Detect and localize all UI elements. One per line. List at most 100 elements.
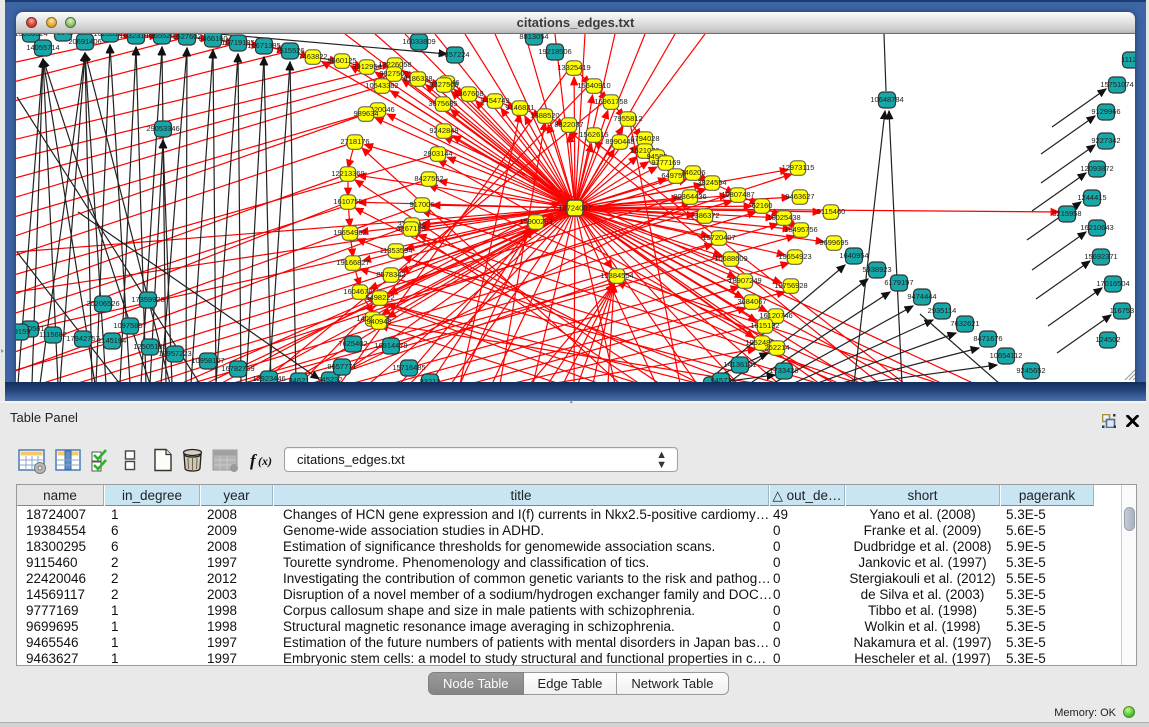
svg-text:9129966: 9129966 — [1091, 107, 1120, 116]
svg-text:9699695: 9699695 — [819, 238, 848, 247]
svg-text:62160: 62160 — [752, 201, 773, 210]
svg-text:18495756: 18495756 — [784, 225, 817, 234]
svg-text:2803144: 2803144 — [423, 149, 452, 158]
svg-text:20206526: 20206526 — [86, 299, 119, 308]
svg-text:15692371: 15692371 — [1084, 252, 1117, 261]
svg-text:8186328: 8186328 — [403, 74, 432, 83]
svg-text:3675685: 3675685 — [428, 99, 457, 108]
svg-text:116753: 116753 — [1110, 306, 1134, 315]
svg-text:252214: 252214 — [764, 343, 789, 352]
svg-text:16033809: 16033809 — [402, 37, 435, 46]
svg-text:20364436: 20364436 — [673, 192, 706, 201]
svg-text:19218506: 19218506 — [538, 47, 571, 56]
svg-text:17016504: 17016504 — [1096, 279, 1129, 288]
svg-text:f: f — [250, 451, 258, 470]
svg-text:3267130: 3267130 — [396, 224, 425, 233]
svg-text:10688609: 10688609 — [714, 254, 747, 263]
svg-text:15900203: 15900203 — [519, 217, 552, 226]
svg-text:8471676: 8471676 — [973, 334, 1002, 343]
svg-text:16782759: 16782759 — [221, 364, 254, 373]
svg-text:16961758: 16961758 — [594, 97, 627, 106]
svg-text:1244415: 1244415 — [1077, 193, 1106, 202]
svg-text:1145194: 1145194 — [98, 336, 127, 345]
svg-text:9463627: 9463627 — [785, 192, 814, 201]
svg-text:12973115: 12973115 — [782, 163, 815, 172]
svg-text:746206: 746206 — [680, 168, 705, 177]
svg-text:2935114: 2935114 — [928, 306, 957, 315]
svg-text:8578342: 8578342 — [376, 270, 405, 279]
svg-text:20691406: 20691406 — [68, 37, 101, 46]
svg-text:1115682: 1115682 — [39, 330, 67, 339]
svg-text:10025438: 10025438 — [767, 213, 800, 222]
svg-text:12093872: 12093872 — [1080, 164, 1113, 173]
svg-text:17942757: 17942757 — [66, 334, 99, 343]
svg-text:17359928: 17359928 — [131, 295, 164, 304]
svg-text:10543382: 10543382 — [365, 81, 398, 90]
svg-text:18724007: 18724007 — [558, 204, 591, 213]
svg-text:15640910: 15640910 — [577, 81, 610, 90]
svg-text:29053346: 29053346 — [146, 124, 179, 133]
svg-text:17957223: 17957223 — [158, 349, 191, 358]
svg-text:1588520: 1588520 — [530, 111, 559, 120]
svg-text:9657771: 9657771 — [327, 362, 356, 371]
svg-text:9227342: 9227342 — [1091, 136, 1120, 145]
svg-text:16210643: 16210643 — [1080, 223, 1113, 232]
svg-text:19384554: 19384554 — [600, 271, 633, 280]
svg-text:6179197: 6179197 — [884, 278, 913, 287]
svg-text:1640954: 1640954 — [839, 251, 868, 260]
svg-text:7463822: 7463822 — [298, 52, 327, 61]
svg-text:3824554: 3824554 — [697, 178, 726, 187]
svg-text:8427552: 8427552 — [414, 174, 443, 183]
svg-text:9777169: 9777169 — [651, 158, 680, 167]
svg-text:7386372: 7386372 — [690, 211, 719, 220]
svg-text:(x): (x) — [258, 454, 272, 468]
svg-text:19654923: 19654923 — [778, 252, 811, 261]
svg-text:10975857: 10975857 — [113, 321, 146, 330]
svg-text:18907249: 18907249 — [728, 276, 761, 285]
svg-text:7857224: 7857224 — [440, 50, 469, 59]
svg-text:2367608: 2367608 — [454, 89, 483, 98]
svg-text:8912954: 8912954 — [352, 62, 381, 71]
svg-text:917006: 917006 — [409, 200, 434, 209]
svg-text:15751074: 15751074 — [1100, 80, 1133, 89]
svg-text:10654112: 10654112 — [990, 351, 1023, 360]
svg-text:3215958: 3215958 — [1052, 209, 1081, 218]
svg-text:11353594: 11353594 — [380, 246, 413, 255]
svg-text:9474444: 9474444 — [907, 292, 936, 301]
svg-text:15716485: 15716485 — [392, 363, 425, 372]
svg-text:10648784: 10648784 — [870, 95, 903, 104]
svg-text:16914479: 16914479 — [374, 341, 407, 350]
svg-text:15720407: 15720407 — [702, 233, 735, 242]
svg-text:10958107: 10958107 — [191, 356, 224, 365]
svg-text:8813054: 8813054 — [519, 34, 548, 41]
svg-text:989634: 989634 — [353, 109, 378, 118]
svg-text:10807487: 10807487 — [721, 190, 754, 199]
svg-text:13656624: 13656624 — [16, 34, 48, 38]
svg-text:1733426: 1733426 — [769, 366, 798, 375]
svg-text:8822037: 8822037 — [554, 120, 583, 129]
svg-text:9242848: 9242848 — [429, 126, 458, 135]
svg-text:3684067: 3684067 — [737, 297, 766, 306]
svg-text:1562615: 1562615 — [579, 130, 608, 139]
svg-text:14055714: 14055714 — [26, 43, 59, 52]
svg-text:6794028: 6794028 — [630, 134, 659, 143]
svg-text:13325419: 13325419 — [557, 63, 590, 72]
svg-text:9245652: 9245652 — [1016, 366, 1045, 375]
svg-text:7625402: 7625402 — [338, 339, 367, 348]
svg-text:1527602: 1527602 — [172, 34, 201, 41]
svg-text:5498222: 5498222 — [365, 293, 394, 302]
svg-text:11120: 11120 — [1121, 55, 1135, 64]
svg-text:19756928: 19756928 — [774, 281, 807, 290]
svg-text:19654982: 19654982 — [333, 228, 366, 237]
svg-text:9115460: 9115460 — [817, 207, 846, 216]
svg-text:2718176: 2718176 — [340, 137, 369, 146]
svg-text:12213369: 12213369 — [331, 169, 364, 178]
svg-text:7955812: 7955812 — [613, 114, 642, 123]
svg-text:940948: 940948 — [366, 317, 391, 326]
svg-text:39159: 39159 — [16, 327, 30, 336]
svg-text:19166827: 19166827 — [336, 258, 369, 267]
svg-text:1610755: 1610755 — [333, 197, 362, 206]
svg-text:5938923: 5938923 — [862, 265, 891, 274]
svg-text:1615132: 1615132 — [750, 321, 779, 330]
svg-text:9327508: 9327508 — [429, 80, 458, 89]
